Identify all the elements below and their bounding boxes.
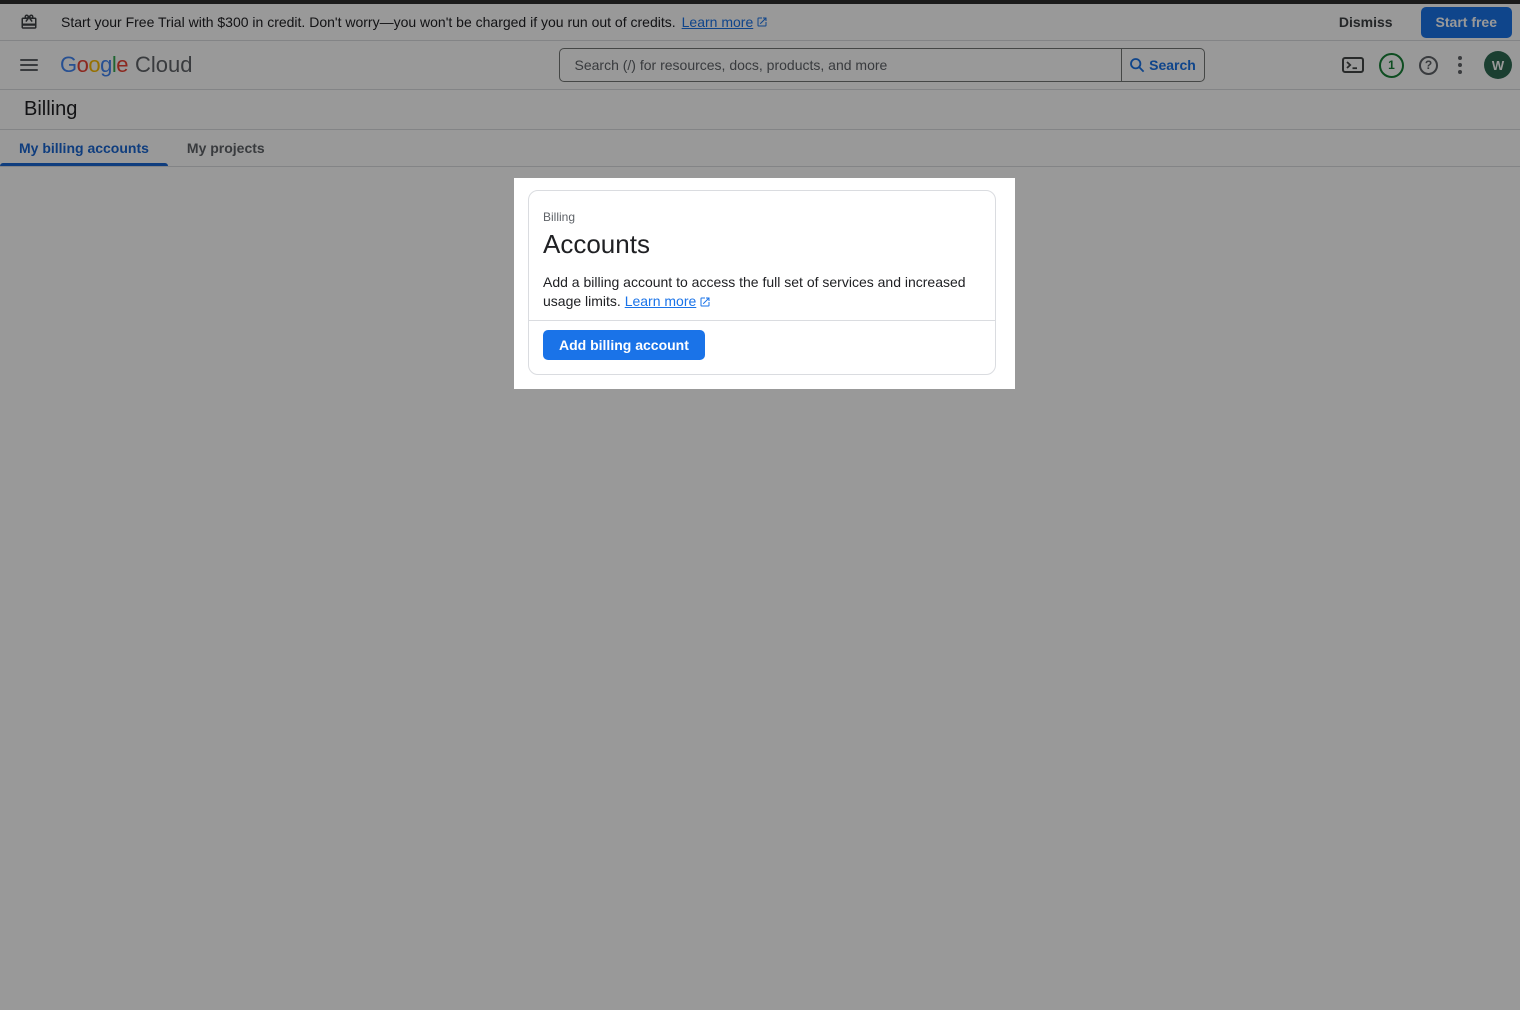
card-title: Accounts xyxy=(543,229,979,260)
google-cloud-console: Start your Free Trial with $300 in credi… xyxy=(0,0,1520,1010)
menu-button[interactable] xyxy=(12,48,46,82)
avatar[interactable]: W xyxy=(1484,51,1512,79)
gift-icon xyxy=(20,13,38,31)
tab-label: My billing accounts xyxy=(19,140,149,156)
start-free-button[interactable]: Start free xyxy=(1421,7,1512,38)
card-description: Add a billing account to access the full… xyxy=(543,273,991,311)
logo-google-wordmark: Google xyxy=(60,52,128,78)
card-footer: Add billing account xyxy=(529,320,995,374)
search-button-label: Search xyxy=(1149,57,1196,73)
help-icon: ? xyxy=(1419,56,1438,75)
notifications-button[interactable]: 1 xyxy=(1375,49,1408,82)
cloud-shell-button[interactable] xyxy=(1338,52,1368,78)
help-button[interactable]: ? xyxy=(1415,52,1442,79)
banner-message: Start your Free Trial with $300 in credi… xyxy=(61,14,676,30)
search-input[interactable] xyxy=(560,49,1121,81)
avatar-initial: W xyxy=(1492,58,1504,73)
card-learn-more-link[interactable]: Learn more xyxy=(625,292,712,311)
tab-label: My projects xyxy=(187,140,265,156)
notification-count: 1 xyxy=(1388,58,1395,72)
more-options-button[interactable] xyxy=(1449,52,1471,78)
external-link-icon xyxy=(756,16,768,28)
tab-my-billing-accounts[interactable]: My billing accounts xyxy=(0,130,168,166)
logo-cloud-label: Cloud xyxy=(135,52,192,78)
spotlight-area: Billing Accounts Add a billing account t… xyxy=(514,178,1015,389)
cloud-shell-icon xyxy=(1342,56,1364,74)
banner-learn-more-link[interactable]: Learn more xyxy=(682,14,769,30)
search-bar: Search xyxy=(559,48,1205,82)
banner-actions: Dismiss Start free xyxy=(1327,7,1512,38)
banner-learn-more-label: Learn more xyxy=(682,14,754,30)
free-trial-banner: Start your Free Trial with $300 in credi… xyxy=(0,4,1520,41)
search-area: Search xyxy=(437,48,1326,82)
notification-badge: 1 xyxy=(1379,53,1404,78)
app-header: Google Cloud Search 1 ? xyxy=(0,41,1520,90)
card-eyebrow: Billing xyxy=(543,210,979,224)
card-learn-more-label: Learn more xyxy=(625,292,697,311)
card-body: Billing Accounts Add a billing account t… xyxy=(529,191,995,320)
add-billing-account-button[interactable]: Add billing account xyxy=(543,330,705,360)
kebab-menu-icon xyxy=(1453,56,1467,74)
external-link-icon xyxy=(699,296,711,308)
hamburger-icon xyxy=(20,59,38,71)
google-cloud-logo[interactable]: Google Cloud xyxy=(60,52,193,78)
billing-accounts-card: Billing Accounts Add a billing account t… xyxy=(528,190,996,375)
card-description-text: Add a billing account to access the full… xyxy=(543,274,966,309)
page-title-row: Billing xyxy=(0,90,1520,130)
search-icon xyxy=(1129,57,1145,73)
search-button[interactable]: Search xyxy=(1121,49,1204,81)
header-right: 1 ? W xyxy=(1338,49,1512,82)
page-title: Billing xyxy=(24,98,77,121)
billing-tabs: My billing accounts My projects xyxy=(0,130,1520,167)
dismiss-button[interactable]: Dismiss xyxy=(1327,8,1405,36)
tab-my-projects[interactable]: My projects xyxy=(168,130,284,166)
header-left: Google Cloud xyxy=(12,48,437,82)
